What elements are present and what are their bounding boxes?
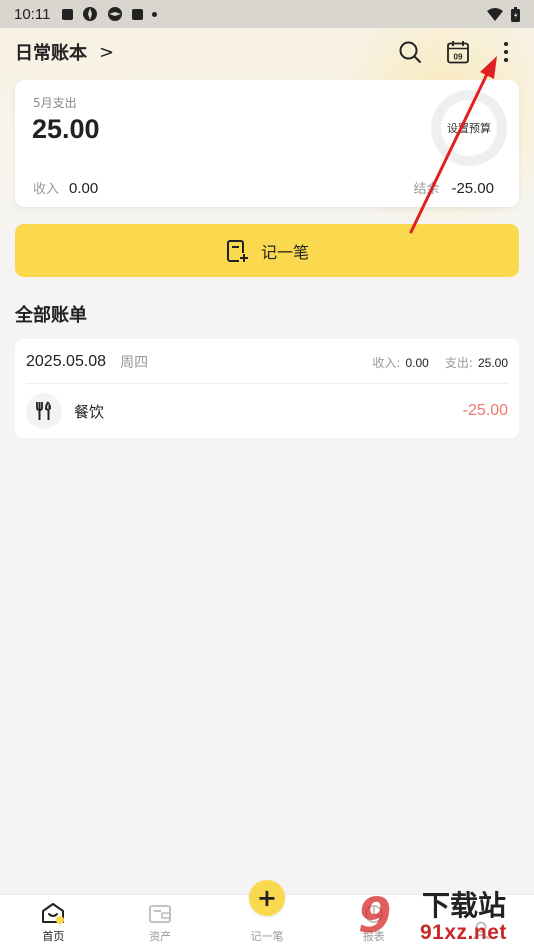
battery-icon <box>511 6 520 22</box>
nav-label-home: 首页 <box>42 930 65 943</box>
record-entry-button[interactable]: 记一笔 <box>15 224 519 277</box>
status-notification-icons <box>62 6 158 22</box>
divider <box>26 383 508 384</box>
bill-weekday: 周四 <box>120 354 149 371</box>
month-expense-label: 5月支出 <box>33 96 77 110</box>
status-time: 10:11 <box>14 5 51 23</box>
status-system-icons <box>487 6 520 22</box>
status-bar: 10:11 <box>0 0 534 28</box>
aperture-icon <box>83 7 98 21</box>
add-record-icon <box>226 239 249 263</box>
plus-icon[interactable]: + <box>248 880 285 916</box>
notification-icon <box>132 8 144 20</box>
search-icon <box>399 41 421 63</box>
monthly-summary-card[interactable]: 5月支出 25.00 设置预算 收入 0.00 结余 -25.00 <box>15 80 519 207</box>
utensils-icon <box>36 401 51 420</box>
set-budget-label[interactable]: 设置预算 <box>447 120 491 136</box>
nav-label-assets: 资产 <box>149 930 172 943</box>
watermark-url: 91xz.net <box>420 921 507 944</box>
budget-ring[interactable]: 设置预算 <box>431 90 507 166</box>
book-title[interactable]: 日常账本 <box>15 39 87 65</box>
search-button[interactable] <box>397 39 423 65</box>
income-label: 收入 <box>33 182 60 197</box>
day-expense-value: 25.00 <box>477 356 508 370</box>
notification-icon <box>62 8 74 20</box>
month-expense-amount: 25.00 <box>32 114 100 144</box>
balance-label: 结余 <box>413 182 440 197</box>
nav-item-assets[interactable]: 资产 <box>107 895 214 950</box>
watermark-text: 下载站 <box>422 889 507 922</box>
bill-day-group: 2025.05.08 周四 收入: 0.00 支出: 25.00 餐饮 -25.… <box>15 339 519 438</box>
home-icon <box>42 903 65 924</box>
watermark-logo-number: 9 <box>358 888 392 944</box>
nav-item-record[interactable]: + 记一笔 <box>214 880 321 950</box>
nav-item-home[interactable]: 首页 <box>0 895 107 950</box>
more-options-button[interactable] <box>493 39 519 65</box>
category-icon-container <box>26 393 62 429</box>
header-actions: 09 <box>397 39 519 65</box>
site-watermark: 9 下载站 91xz.net <box>358 892 530 948</box>
day-expense-label: 支出: <box>444 356 473 370</box>
bill-date: 2025.05.08 <box>26 352 107 370</box>
nav-label-record: 记一笔 <box>250 930 284 943</box>
balance-value: -25.00 <box>451 180 494 197</box>
balance-summary: 结余 -25.00 <box>413 178 494 197</box>
calendar-icon: 09 <box>447 41 469 64</box>
book-switch-chevron-icon[interactable]: > <box>99 42 114 63</box>
calendar-button[interactable]: 09 <box>445 39 471 65</box>
wifi-icon <box>487 7 503 21</box>
record-entry-label: 记一笔 <box>260 242 309 262</box>
app-header: 日常账本 > 09 <box>0 36 534 68</box>
wallet-icon <box>149 905 172 923</box>
more-notifications-dot-icon <box>152 11 158 17</box>
category-name: 餐饮 <box>74 402 105 421</box>
more-vertical-icon <box>504 42 508 62</box>
svg-text:09: 09 <box>454 53 463 62</box>
transaction-amount: -25.00 <box>462 402 508 419</box>
aperture-icon <box>108 7 123 21</box>
day-income-label: 收入: <box>372 356 401 370</box>
all-bills-title: 全部账单 <box>15 305 87 326</box>
bill-day-header: 2025.05.08 周四 收入: 0.00 支出: 25.00 <box>15 339 519 384</box>
day-income-value: 0.00 <box>405 356 429 370</box>
income-value: 0.00 <box>69 180 99 197</box>
day-totals: 收入: 0.00 支出: 25.00 <box>372 352 508 371</box>
transaction-row[interactable]: 餐饮 -25.00 <box>15 391 519 431</box>
income-summary: 收入 0.00 <box>33 178 98 197</box>
